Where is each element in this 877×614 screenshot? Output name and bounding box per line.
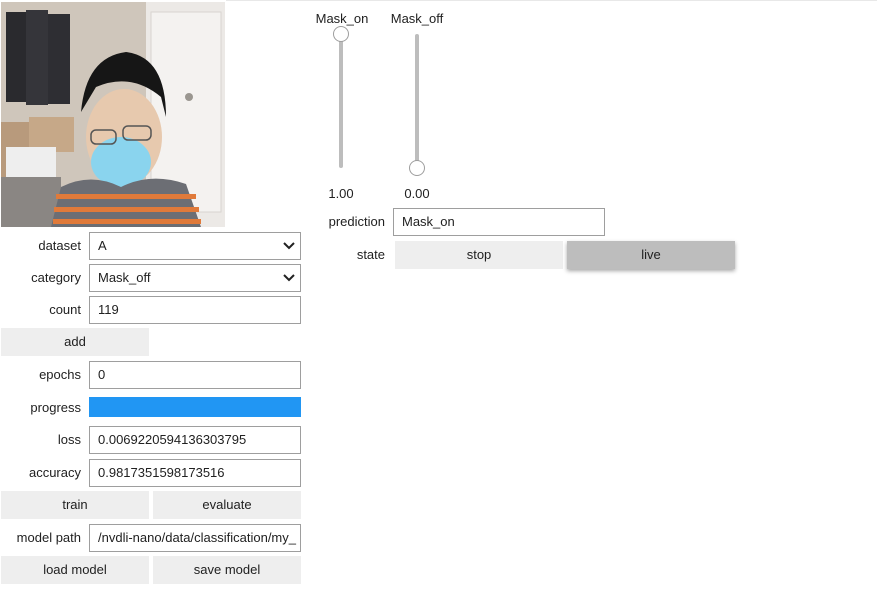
model-path-field[interactable]: /nvdli-nano/data/classification/my_: [89, 524, 301, 552]
mask-on-slider-value: 1.00: [328, 186, 354, 201]
dataset-label: dataset: [38, 238, 81, 253]
chevron-down-icon: [283, 274, 295, 282]
chevron-down-icon: [283, 242, 295, 250]
prediction-field[interactable]: Mask_on: [393, 208, 605, 236]
mask-on-slider-track[interactable]: [339, 34, 343, 168]
count-field[interactable]: 119: [89, 296, 301, 324]
add-button[interactable]: add: [1, 328, 149, 356]
epochs-label: epochs: [39, 367, 81, 382]
prediction-label: prediction: [328, 214, 385, 229]
camera-feed-image: [1, 2, 225, 227]
progress-fill: [89, 397, 301, 417]
live-button[interactable]: live: [567, 241, 735, 269]
model-path-label: model path: [16, 530, 81, 545]
loss-field[interactable]: 0.0069220594136303795: [89, 426, 301, 454]
mask-off-slider-value: 0.00: [404, 186, 430, 201]
accuracy-label: accuracy: [28, 465, 81, 480]
mask-on-slider-label: Mask_on: [315, 11, 369, 26]
mask-off-slider-handle[interactable]: [409, 160, 425, 176]
category-select[interactable]: Mask_off: [89, 264, 301, 292]
progress-label: progress: [30, 400, 81, 415]
count-label: count: [49, 302, 81, 317]
state-label: state: [356, 247, 385, 262]
stop-button[interactable]: stop: [395, 241, 563, 269]
category-value: Mask_off: [98, 270, 151, 285]
progress-bar: [89, 397, 301, 417]
loss-label: loss: [57, 432, 81, 447]
category-label: category: [31, 270, 81, 285]
train-button[interactable]: train: [1, 491, 149, 519]
mask-off-slider-label: Mask_off: [390, 11, 444, 26]
mask-on-slider-handle[interactable]: [333, 26, 349, 42]
dataset-value: A: [98, 238, 107, 253]
save-model-button[interactable]: save model: [153, 556, 301, 584]
mask-off-slider-track[interactable]: [415, 34, 419, 168]
epochs-field[interactable]: 0: [89, 361, 301, 389]
dataset-select[interactable]: A: [89, 232, 301, 260]
load-model-button[interactable]: load model: [1, 556, 149, 584]
top-divider: [226, 0, 877, 1]
evaluate-button[interactable]: evaluate: [153, 491, 301, 519]
accuracy-field[interactable]: 0.9817351598173516: [89, 459, 301, 487]
